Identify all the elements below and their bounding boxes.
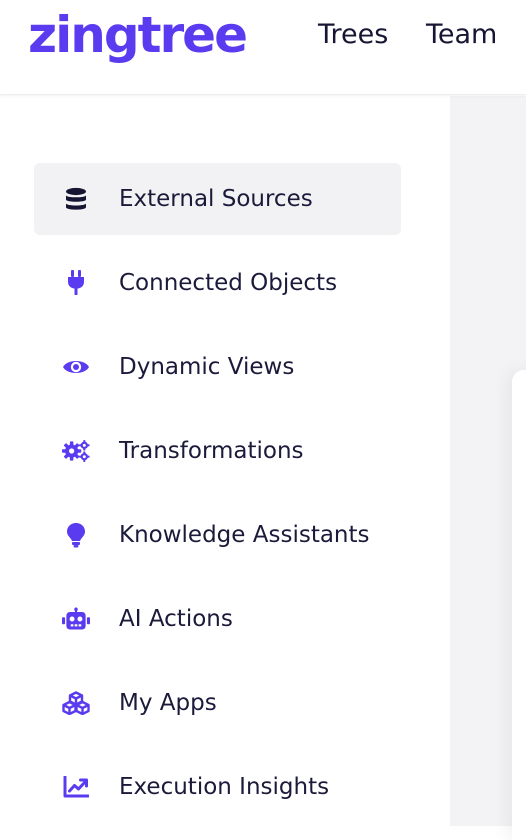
sidebar-item-label: Dynamic Views xyxy=(119,354,295,380)
eye-icon xyxy=(62,355,90,379)
content-panel xyxy=(512,370,526,840)
nav-trees[interactable]: Trees xyxy=(318,17,388,53)
sidebar-item-ai-actions[interactable]: AI Actions xyxy=(34,583,401,655)
lightbulb-icon xyxy=(62,523,90,548)
nav-team[interactable]: Team xyxy=(426,17,497,53)
gears-icon xyxy=(62,439,90,463)
zingtree-logo[interactable]: zingtree xyxy=(28,4,248,66)
top-header: zingtree Trees Team xyxy=(0,0,526,95)
cubes-icon xyxy=(62,691,90,715)
sidebar-item-label: Transformations xyxy=(119,438,304,464)
sidebar-item-connected-objects[interactable]: Connected Objects xyxy=(34,247,401,319)
sidebar-item-external-sources[interactable]: External Sources xyxy=(34,163,401,235)
sidebar-item-label: External Sources xyxy=(119,186,313,212)
sidebar-item-label: Execution Insights xyxy=(119,774,330,800)
chart-line-icon xyxy=(62,775,90,799)
plug-icon xyxy=(62,270,90,295)
sidebar-item-transformations[interactable]: Transformations xyxy=(34,415,401,487)
sidebar-item-dynamic-views[interactable]: Dynamic Views xyxy=(34,331,401,403)
sidebar-item-label: My Apps xyxy=(119,690,217,716)
sidebar-item-execution-insights[interactable]: Execution Insights xyxy=(34,751,401,823)
sidebar: External Sources Connected Objects Dynam… xyxy=(0,96,450,826)
robot-icon xyxy=(62,607,90,631)
sidebar-item-label: Knowledge Assistants xyxy=(119,522,370,548)
database-icon xyxy=(62,187,90,211)
sidebar-item-my-apps[interactable]: My Apps xyxy=(34,667,401,739)
sidebar-item-knowledge-assistants[interactable]: Knowledge Assistants xyxy=(34,499,401,571)
sidebar-item-label: AI Actions xyxy=(119,606,233,632)
sidebar-item-label: Connected Objects xyxy=(119,270,338,296)
